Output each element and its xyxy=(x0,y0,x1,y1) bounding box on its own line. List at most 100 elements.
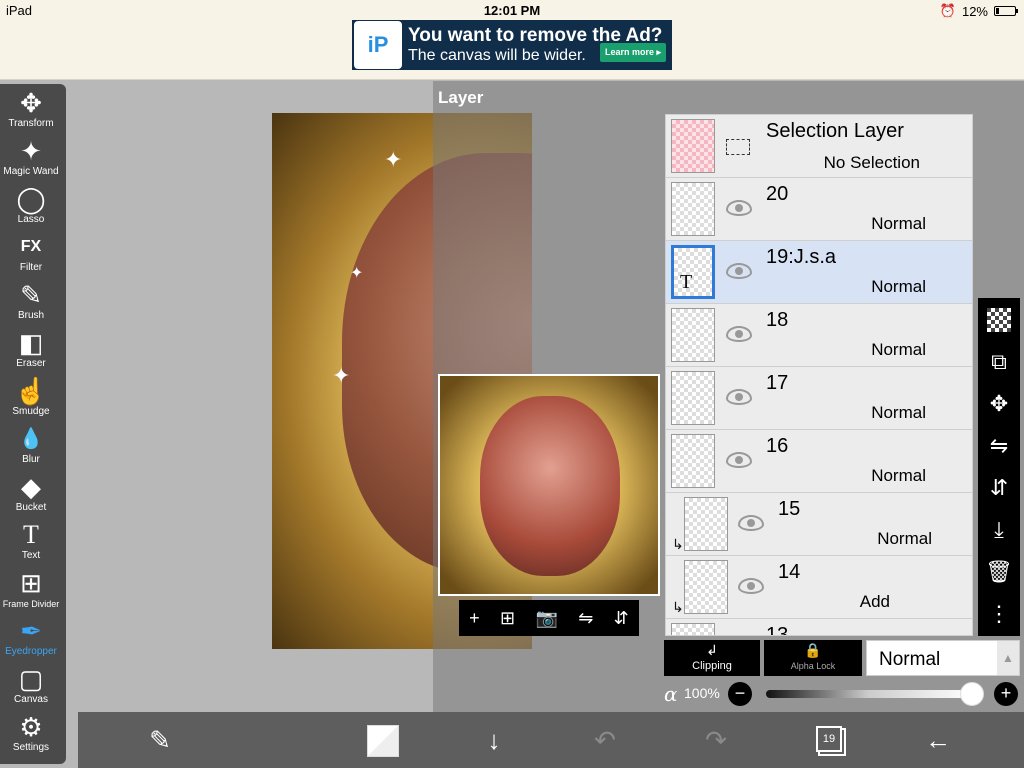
layer-name: 14 xyxy=(778,561,801,583)
color-swatch[interactable] xyxy=(367,725,399,757)
eye-icon[interactable] xyxy=(726,389,752,405)
eye-icon[interactable] xyxy=(726,326,752,342)
tool-lasso[interactable]: ◯ Lasso xyxy=(0,184,62,232)
tool-bucket[interactable]: ◆ Bucket xyxy=(0,472,62,520)
add-layer-icon[interactable]: + xyxy=(469,608,480,629)
layer-blend-mode: Add xyxy=(859,592,890,611)
blend-mode-select[interactable]: Normal ▲ xyxy=(866,640,1020,676)
eyedropper-icon: ✒ xyxy=(20,616,42,646)
tool-canvas[interactable]: ▢ Canvas xyxy=(0,664,62,712)
more-button[interactable]: ⋮ xyxy=(978,594,1020,634)
layer-blend-mode: Normal xyxy=(871,340,926,359)
merge-down-button[interactable]: ⤓ xyxy=(978,510,1020,550)
layer-blend-mode: Normal xyxy=(871,466,926,485)
status-time: 12:01 PM xyxy=(483,3,541,18)
layer-name: 20 xyxy=(766,183,789,205)
move-icon: ✥ xyxy=(989,391,1009,416)
delete-layer-button[interactable]: 🗑 xyxy=(978,552,1020,592)
opacity-decrease-button[interactable]: − xyxy=(728,682,752,706)
eye-icon[interactable] xyxy=(726,263,752,279)
layer-thumbnail xyxy=(671,623,715,635)
more-icon: ⋮ xyxy=(988,601,1010,626)
opacity-slider-thumb[interactable] xyxy=(960,682,984,706)
tool-transform[interactable]: ✥ Transform xyxy=(0,88,62,136)
selection-layer-row[interactable]: Selection Layer No Selection xyxy=(666,115,972,178)
flip-horizontal-icon: ⇋ xyxy=(989,433,1009,458)
camera-icon[interactable]: 📷 xyxy=(535,608,557,629)
add-image-layer-icon[interactable]: ⊞ xyxy=(500,608,515,629)
blend-mode-value: Normal xyxy=(879,649,941,670)
text-layer-icon: T xyxy=(680,271,693,293)
flip-horizontal-icon[interactable]: ⇋ xyxy=(578,608,593,629)
layer-row-19[interactable]: T 19:J.s.a Normal xyxy=(666,241,972,304)
arrow-left-icon: ← xyxy=(925,725,951,755)
tool-filter[interactable]: FX Filter xyxy=(0,232,62,280)
layer-row-18[interactable]: 18 Normal xyxy=(666,304,972,367)
layer-move-button[interactable]: ⧉ xyxy=(978,342,1020,382)
frame-divider-icon: ⊞ xyxy=(20,568,42,598)
ad-learn-more-button[interactable]: Learn more ▸ xyxy=(599,43,666,62)
flip-horizontal-button[interactable]: ⇋ xyxy=(978,426,1020,466)
gear-icon: ⚙ xyxy=(19,712,43,742)
tool-frame-divider[interactable]: ⊞ Frame Divider xyxy=(0,568,62,616)
clipping-label: Clipping xyxy=(692,660,732,672)
tool-eraser[interactable]: ◧ Eraser xyxy=(0,328,62,376)
opacity-slider[interactable] xyxy=(766,690,972,698)
eye-icon[interactable] xyxy=(726,200,752,216)
undo-button[interactable]: ↶ xyxy=(585,724,625,756)
layer-name: 19:J.s.a xyxy=(766,246,837,268)
layers-count-button[interactable]: 19 xyxy=(816,726,842,752)
layer-thumbnail xyxy=(671,371,715,425)
layer-blend-mode: Normal xyxy=(871,214,926,233)
layer-name: 16 xyxy=(766,435,789,457)
move-down-button[interactable]: ↓ xyxy=(474,724,514,756)
back-button[interactable]: ← xyxy=(918,724,958,756)
tool-brush[interactable]: ✎ Brush xyxy=(0,280,62,328)
move-button[interactable]: ✥ xyxy=(978,384,1020,424)
tool-magic-wand[interactable]: ✦ Magic Wand xyxy=(0,136,62,184)
magic-wand-icon: ✦ xyxy=(20,136,42,166)
ad-banner[interactable]: iP You want to remove the Ad? The canvas… xyxy=(352,20,672,70)
quick-menu-button[interactable]: ✎ xyxy=(140,724,180,756)
tool-text[interactable]: T Text xyxy=(0,520,62,568)
layer-action-bar: + ⊞ 📷 ⇋ ⇵ xyxy=(459,600,639,636)
tool-blur[interactable]: 💧 Blur xyxy=(0,424,62,472)
opacity-row: α 100% − + xyxy=(664,680,1020,708)
smudge-icon: ☝ xyxy=(14,376,48,406)
layer-row-15[interactable]: ↳ 15 Normal xyxy=(666,493,972,556)
layer-name: 18 xyxy=(766,309,789,331)
tool-eyedropper[interactable]: ✒ Eyedropper xyxy=(0,616,62,664)
transform-icon: ✥ xyxy=(20,88,42,118)
eraser-icon: ◧ xyxy=(18,328,44,358)
tool-smudge[interactable]: ☝ Smudge xyxy=(0,376,62,424)
flip-vertical-icon[interactable]: ⇵ xyxy=(614,608,629,629)
layer-row-13[interactable]: 13 xyxy=(666,619,972,635)
selection-status: No Selection xyxy=(823,153,920,172)
layer-row-16[interactable]: 16 Normal xyxy=(666,430,972,493)
alpha-lock-button[interactable]: 🔒 Alpha Lock xyxy=(764,640,862,676)
trash-icon: 🗑 xyxy=(985,559,1013,584)
lasso-icon: ◯ xyxy=(16,184,46,214)
canvas-preview[interactable] xyxy=(438,374,660,596)
eye-icon[interactable] xyxy=(726,452,752,468)
undo-icon: ↶ xyxy=(594,725,616,755)
eye-icon[interactable] xyxy=(738,515,764,531)
opacity-increase-button[interactable]: + xyxy=(994,682,1018,706)
layer-row-20[interactable]: 20 Normal xyxy=(666,178,972,241)
tool-settings[interactable]: ⚙ Settings xyxy=(0,712,62,760)
clipping-button[interactable]: ↲ Clipping xyxy=(664,640,760,676)
eye-icon[interactable] xyxy=(738,578,764,594)
layer-row-17[interactable]: 17 Normal xyxy=(666,367,972,430)
brush-swap-icon: ✎ xyxy=(149,725,171,755)
layer-row-14[interactable]: ↳ 14 Add xyxy=(666,556,972,619)
layer-list[interactable]: Selection Layer No Selection 20 Normal T… xyxy=(665,114,973,636)
lock-icon: 🔒 xyxy=(804,642,822,658)
chevron-up-icon: ▲ xyxy=(997,641,1019,675)
blur-icon: 💧 xyxy=(18,428,44,450)
flip-vertical-button[interactable]: ⇵ xyxy=(978,468,1020,508)
layer-thumbnail xyxy=(671,434,715,488)
checker-button[interactable] xyxy=(978,300,1020,340)
redo-icon: ↷ xyxy=(705,725,727,755)
redo-button[interactable]: ↷ xyxy=(696,724,736,756)
right-toolbar: ⧉ ✥ ⇋ ⇵ ⤓ 🗑 ⋮ xyxy=(978,298,1020,636)
